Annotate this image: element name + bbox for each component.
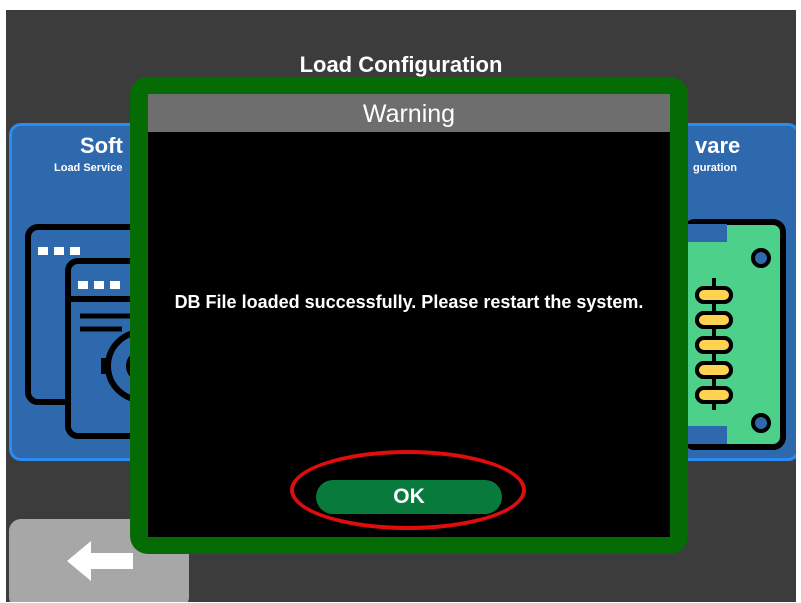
page-title: Load Configuration	[299, 52, 503, 77]
software-card-subtitle: Load Service	[54, 162, 123, 174]
ok-button[interactable]: OK	[316, 480, 502, 514]
dialog-message: DB File loaded successfully. Please rest…	[174, 292, 644, 312]
arrow-left-icon	[67, 541, 133, 581]
circuit-board-icon	[682, 219, 786, 450]
hardware-card-title: vare	[695, 133, 741, 158]
dialog-body: Warning DB File loaded successfully. Ple…	[148, 94, 670, 537]
software-card-title: Soft	[80, 133, 123, 158]
hardware-card-subtitle: guration	[693, 162, 737, 174]
warning-dialog: Warning DB File loaded successfully. Ple…	[130, 77, 688, 554]
dialog-title: Warning	[148, 94, 670, 132]
